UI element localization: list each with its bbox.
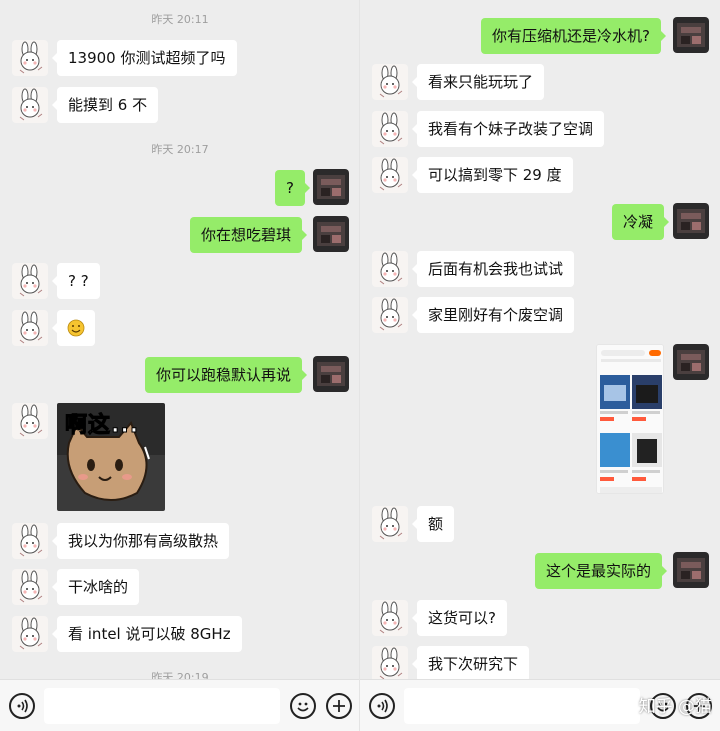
bunny-avatar[interactable] — [12, 263, 48, 299]
bunny-avatar[interactable] — [372, 251, 408, 287]
message-bubble[interactable]: 我以为你那有高级散热 — [51, 523, 230, 559]
message-input[interactable] — [404, 688, 640, 724]
message-bubble[interactable]: 13900 你测试超频了吗 — [52, 40, 237, 76]
sticker-caption: 啊这... — [64, 413, 140, 439]
message-bubble[interactable]: 能摸到 6 不 — [51, 87, 159, 123]
dark-avatar[interactable] — [673, 203, 709, 239]
bunny-avatar[interactable] — [12, 523, 48, 559]
message-bubble[interactable]: ? ? — [52, 263, 100, 299]
bunny-avatar[interactable] — [372, 600, 408, 636]
plus-icon[interactable] — [326, 693, 352, 719]
shopping-screenshot[interactable] — [596, 344, 664, 494]
dark-avatar[interactable] — [313, 216, 349, 252]
timestamp: 昨天 20:11 — [151, 13, 209, 26]
bunny-avatar[interactable] — [12, 569, 48, 605]
shopping-screenshot-icon — [597, 345, 663, 493]
message-bubble[interactable]: ? — [275, 170, 310, 206]
input-bar: 知乎 @猫 — [360, 679, 720, 731]
cat-sticker[interactable]: 啊这... — [57, 403, 165, 511]
message-bubble[interactable]: 冷凝 — [612, 204, 670, 240]
message-bubble[interactable]: 这货可以? — [412, 600, 507, 636]
voice-icon[interactable] — [369, 693, 395, 719]
message-bubble[interactable]: 我下次研究下 — [411, 646, 530, 682]
watermark: 知乎 @猫 — [638, 697, 712, 717]
message-bubble[interactable]: 看 intel 说可以破 8GHz — [52, 616, 242, 652]
bunny-avatar[interactable] — [12, 403, 48, 439]
input-bar — [0, 679, 360, 731]
message-input[interactable] — [44, 688, 280, 724]
dark-avatar[interactable] — [313, 169, 349, 205]
message-bubble[interactable]: 你可以跑稳默认再说 — [145, 357, 308, 393]
dark-avatar[interactable] — [673, 17, 709, 53]
chat-panel-left: 昨天 20:11 13900 你测试超频了吗 能摸到 6 不 昨天 20:17 … — [0, 0, 360, 731]
bunny-avatar[interactable] — [372, 646, 408, 682]
bunny-avatar[interactable] — [12, 40, 48, 76]
message-bubble[interactable]: 我看有个妹子改装了空调 — [411, 111, 605, 147]
bunny-avatar[interactable] — [12, 310, 48, 346]
bunny-avatar[interactable] — [372, 64, 408, 100]
dark-avatar[interactable] — [313, 356, 349, 392]
dark-avatar[interactable] — [673, 552, 709, 588]
message-bubble[interactable]: 可以搞到零下 29 度 — [412, 157, 573, 193]
message-bubble[interactable]: 干冰啥的 — [51, 569, 140, 605]
message-bubble[interactable] — [52, 310, 95, 346]
voice-icon[interactable] — [9, 693, 35, 719]
bunny-avatar[interactable] — [372, 297, 408, 333]
emoji-icon[interactable] — [290, 693, 316, 719]
bunny-avatar[interactable] — [372, 157, 408, 193]
message-bubble[interactable]: 你有压缩机还是冷水机? — [481, 18, 666, 54]
message-bubble[interactable]: 后面有机会我也试试 — [411, 251, 575, 287]
message-bubble[interactable]: 这个是最实际的 — [535, 553, 668, 589]
message-bubble[interactable]: 你在想吃碧琪 — [190, 217, 308, 253]
message-bubble[interactable]: 家里刚好有个废空调 — [411, 297, 575, 333]
chat-panel-right: 你有压缩机还是冷水机? 看来只能玩玩了 我看有个妹子改装了空调 可以搞到零下 2… — [360, 0, 720, 731]
message-bubble[interactable]: 额 — [411, 506, 455, 542]
smile-emoji-icon — [67, 319, 85, 337]
bunny-avatar[interactable] — [12, 616, 48, 652]
dark-avatar[interactable] — [673, 344, 709, 380]
bunny-avatar[interactable] — [12, 87, 48, 123]
bunny-avatar[interactable] — [372, 111, 408, 147]
message-bubble[interactable]: 看来只能玩玩了 — [411, 64, 545, 100]
bunny-avatar[interactable] — [372, 506, 408, 542]
timestamp: 昨天 20:17 — [151, 143, 209, 156]
